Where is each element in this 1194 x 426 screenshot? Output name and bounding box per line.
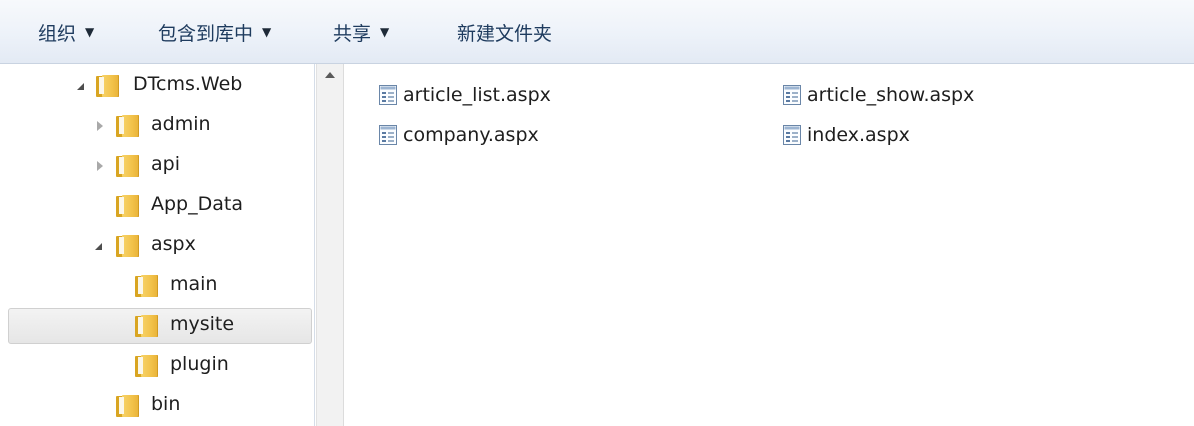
share-label: 共享 xyxy=(333,22,372,45)
tree-item-api[interactable]: api xyxy=(8,148,312,184)
chevron-down-icon: ▼ xyxy=(262,25,272,39)
folder-icon xyxy=(116,195,139,217)
tree-item-mysite[interactable]: mysite xyxy=(8,308,312,344)
include-in-library-button[interactable]: 包含到库中 ▼ xyxy=(158,0,271,64)
aspx-file-icon xyxy=(783,85,801,105)
tree-item-label: bin xyxy=(151,393,181,415)
new-folder-label: 新建文件夹 xyxy=(457,22,553,45)
chevron-down-icon: ▼ xyxy=(380,25,390,39)
folder-icon xyxy=(96,75,119,97)
navigation-scrollbar[interactable] xyxy=(316,64,344,426)
file-item-article-show[interactable]: article_show.aspx xyxy=(783,80,974,110)
file-item-company[interactable]: company.aspx xyxy=(379,120,539,150)
tree-item-plugin[interactable]: plugin xyxy=(8,348,312,384)
include-in-library-label: 包含到库中 xyxy=(158,22,254,45)
organize-button[interactable]: 组织 ▼ xyxy=(38,0,94,64)
tree-item-app-data[interactable]: App_Data xyxy=(8,188,312,224)
aspx-file-icon xyxy=(783,125,801,145)
file-item-article-list[interactable]: article_list.aspx xyxy=(379,80,551,110)
expand-collapse-icon[interactable] xyxy=(93,241,103,251)
folder-icon xyxy=(116,235,139,257)
tree-item-dtcms-web[interactable]: DTcms.Web xyxy=(8,68,312,104)
tree-item-label: api xyxy=(151,153,180,175)
tree-item-label: main xyxy=(170,273,218,295)
file-item-index[interactable]: index.aspx xyxy=(783,120,910,150)
expand-icon[interactable] xyxy=(95,161,105,171)
tree-item-label: DTcms.Web xyxy=(133,73,243,95)
tree-item-label: aspx xyxy=(151,233,196,255)
tree-item-label: admin xyxy=(151,113,211,135)
chevron-down-icon: ▼ xyxy=(85,25,95,39)
navigation-pane: DTcms.Web admin api App_Data aspx main m… xyxy=(0,64,315,426)
tree-item-label: mysite xyxy=(170,313,235,335)
expand-collapse-icon[interactable] xyxy=(75,81,85,91)
tree-item-aspx[interactable]: aspx xyxy=(8,228,312,264)
folder-icon xyxy=(116,155,139,177)
aspx-file-icon xyxy=(379,125,397,145)
new-folder-button[interactable]: 新建文件夹 xyxy=(457,0,552,64)
scroll-up-arrow-icon[interactable] xyxy=(325,72,335,78)
folder-icon xyxy=(116,395,139,417)
expand-icon[interactable] xyxy=(95,121,105,131)
organize-label: 组织 xyxy=(38,22,77,45)
folder-icon xyxy=(135,275,158,297)
tree-item-label: plugin xyxy=(170,353,229,375)
folder-icon xyxy=(135,355,158,377)
folder-icon xyxy=(116,115,139,137)
aspx-file-icon xyxy=(379,85,397,105)
command-toolbar: 组织 ▼ 包含到库中 ▼ 共享 ▼ 新建文件夹 xyxy=(0,0,1194,64)
file-name: index.aspx xyxy=(807,124,910,146)
tree-item-admin[interactable]: admin xyxy=(8,108,312,144)
file-name: article_show.aspx xyxy=(807,84,975,106)
file-name: company.aspx xyxy=(403,124,539,146)
file-list-pane: article_list.aspx article_show.aspx comp… xyxy=(345,64,1194,426)
tree-item-main[interactable]: main xyxy=(8,268,312,304)
share-button[interactable]: 共享 ▼ xyxy=(333,0,389,64)
folder-icon xyxy=(135,315,158,337)
tree-item-label: App_Data xyxy=(151,193,243,215)
file-name: article_list.aspx xyxy=(403,84,551,106)
tree-item-bin[interactable]: bin xyxy=(8,388,312,424)
